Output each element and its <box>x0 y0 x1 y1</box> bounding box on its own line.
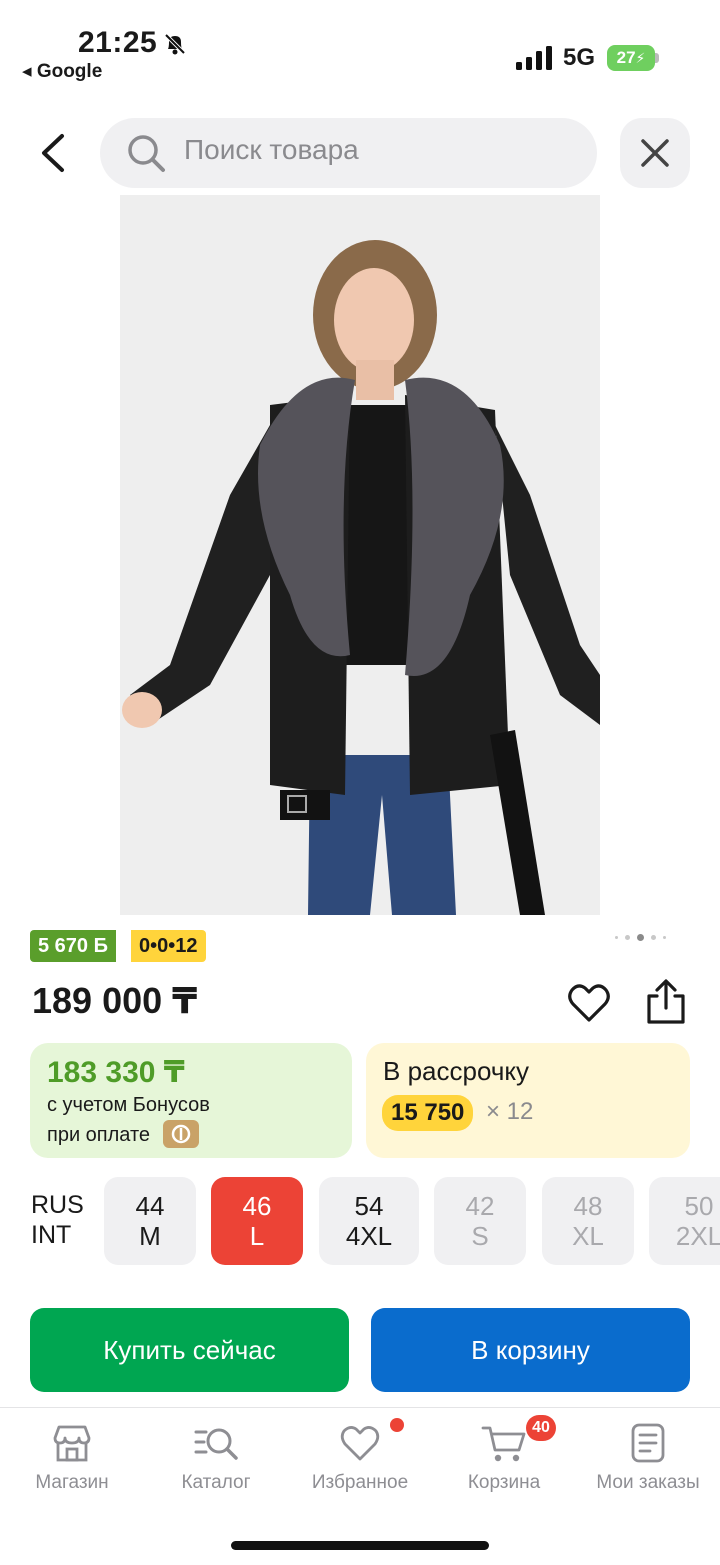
share-icon[interactable] <box>643 978 689 1026</box>
size-int: S <box>471 1221 489 1251</box>
size-rus: 46 <box>242 1191 272 1221</box>
size-int: M <box>139 1221 161 1251</box>
bell-off-icon <box>164 33 186 55</box>
size-system-labels: RUS INT <box>31 1190 84 1250</box>
installment-multiplier: × 12 <box>486 1098 534 1125</box>
payment-note: при оплате <box>47 1124 151 1146</box>
installment-badge: 0•0•12 <box>131 930 206 962</box>
search-icon <box>128 135 165 172</box>
tab-store[interactable]: Магазин <box>0 1422 144 1494</box>
pager-dot <box>615 936 618 939</box>
installment-amount: 15 750 <box>382 1095 474 1131</box>
close-button[interactable] <box>620 118 690 188</box>
size-rus: 48 <box>573 1191 603 1221</box>
product-image[interactable] <box>120 195 600 915</box>
status-bar: 21:25 ◂ Google 5G 27 ⚡ <box>0 0 720 100</box>
size-option-unavailable[interactable]: 48 XL <box>542 1177 634 1265</box>
size-label-rus: RUS <box>31 1191 84 1219</box>
payment-app-icon <box>163 1120 199 1148</box>
size-int: L <box>249 1221 265 1251</box>
tab-label: Избранное <box>311 1472 409 1493</box>
product-photo-illustration <box>120 195 600 915</box>
pager-dot <box>663 936 666 939</box>
size-option[interactable]: 44 M <box>104 1177 196 1265</box>
search-bar[interactable]: Поиск товара <box>100 118 597 188</box>
tab-label: Магазин <box>35 1472 109 1493</box>
battery-tip <box>655 53 659 63</box>
back-arrow-icon[interactable] <box>30 128 80 178</box>
status-time: 21:25 <box>78 26 158 59</box>
add-to-cart-button[interactable]: В корзину <box>371 1308 690 1392</box>
bonus-price-card[interactable]: 183 330 ₸ с учетом Бонусов при оплате <box>30 1043 352 1158</box>
size-int: XL <box>572 1221 604 1251</box>
size-rus: 42 <box>465 1191 495 1221</box>
size-option-selected[interactable]: 46 L <box>211 1177 303 1265</box>
orders-icon <box>631 1423 665 1463</box>
cart-count-badge: 40 <box>526 1415 556 1441</box>
signal-icon <box>516 46 552 70</box>
bonus-badge: 5 670 Б <box>30 930 116 962</box>
size-option[interactable]: 54 4XL <box>319 1177 419 1265</box>
heart-icon[interactable] <box>566 980 612 1026</box>
pager-dot <box>625 935 630 940</box>
size-rus: 44 <box>135 1191 165 1221</box>
size-int: 4XL <box>345 1221 393 1251</box>
favorites-notification-dot <box>390 1418 404 1432</box>
tab-label: Каталог <box>181 1472 251 1493</box>
battery-icon: 27 ⚡ <box>607 45 655 71</box>
search-input[interactable]: Поиск товара <box>184 134 359 166</box>
size-int: 2XL <box>675 1221 720 1251</box>
size-rus: 54 <box>354 1191 384 1221</box>
tab-label: Мои заказы <box>596 1472 700 1493</box>
pager-dot <box>651 935 656 940</box>
buy-now-button[interactable]: Купить сейчас <box>30 1308 349 1392</box>
battery-level: 27 <box>616 48 636 67</box>
network-type: 5G <box>563 44 596 71</box>
pager-dot-active <box>637 934 644 941</box>
cart-icon <box>481 1426 526 1462</box>
home-indicator[interactable] <box>231 1541 489 1550</box>
store-icon <box>53 1425 91 1462</box>
tab-catalog[interactable]: Каталог <box>144 1422 288 1494</box>
installment-card[interactable]: В рассрочку 15 750 × 12 <box>366 1043 690 1158</box>
heart-icon <box>340 1426 380 1461</box>
bonus-price: 183 330 ₸ <box>47 1056 185 1089</box>
bonus-note: с учетом Бонусов <box>47 1094 210 1116</box>
close-icon <box>641 139 669 167</box>
catalog-search-icon <box>194 1428 238 1460</box>
tab-orders[interactable]: Мои заказы <box>576 1422 720 1494</box>
size-label-int: INT <box>31 1221 72 1249</box>
gallery-pager <box>615 934 666 941</box>
tab-label: Корзина <box>467 1472 541 1493</box>
product-price: 189 000 ₸ <box>32 980 198 1021</box>
installment-title: В рассрочку <box>383 1056 530 1086</box>
size-rus: 50 <box>684 1191 714 1221</box>
back-to-app-link[interactable]: ◂ Google <box>22 60 102 83</box>
tab-favorites[interactable]: Избранное <box>288 1422 432 1494</box>
size-option-unavailable[interactable]: 42 S <box>434 1177 526 1265</box>
size-selector: 44 M 46 L 54 4XL 42 S 48 XL 50 2XL <box>104 1177 720 1265</box>
size-option-unavailable[interactable]: 50 2XL <box>649 1177 720 1265</box>
